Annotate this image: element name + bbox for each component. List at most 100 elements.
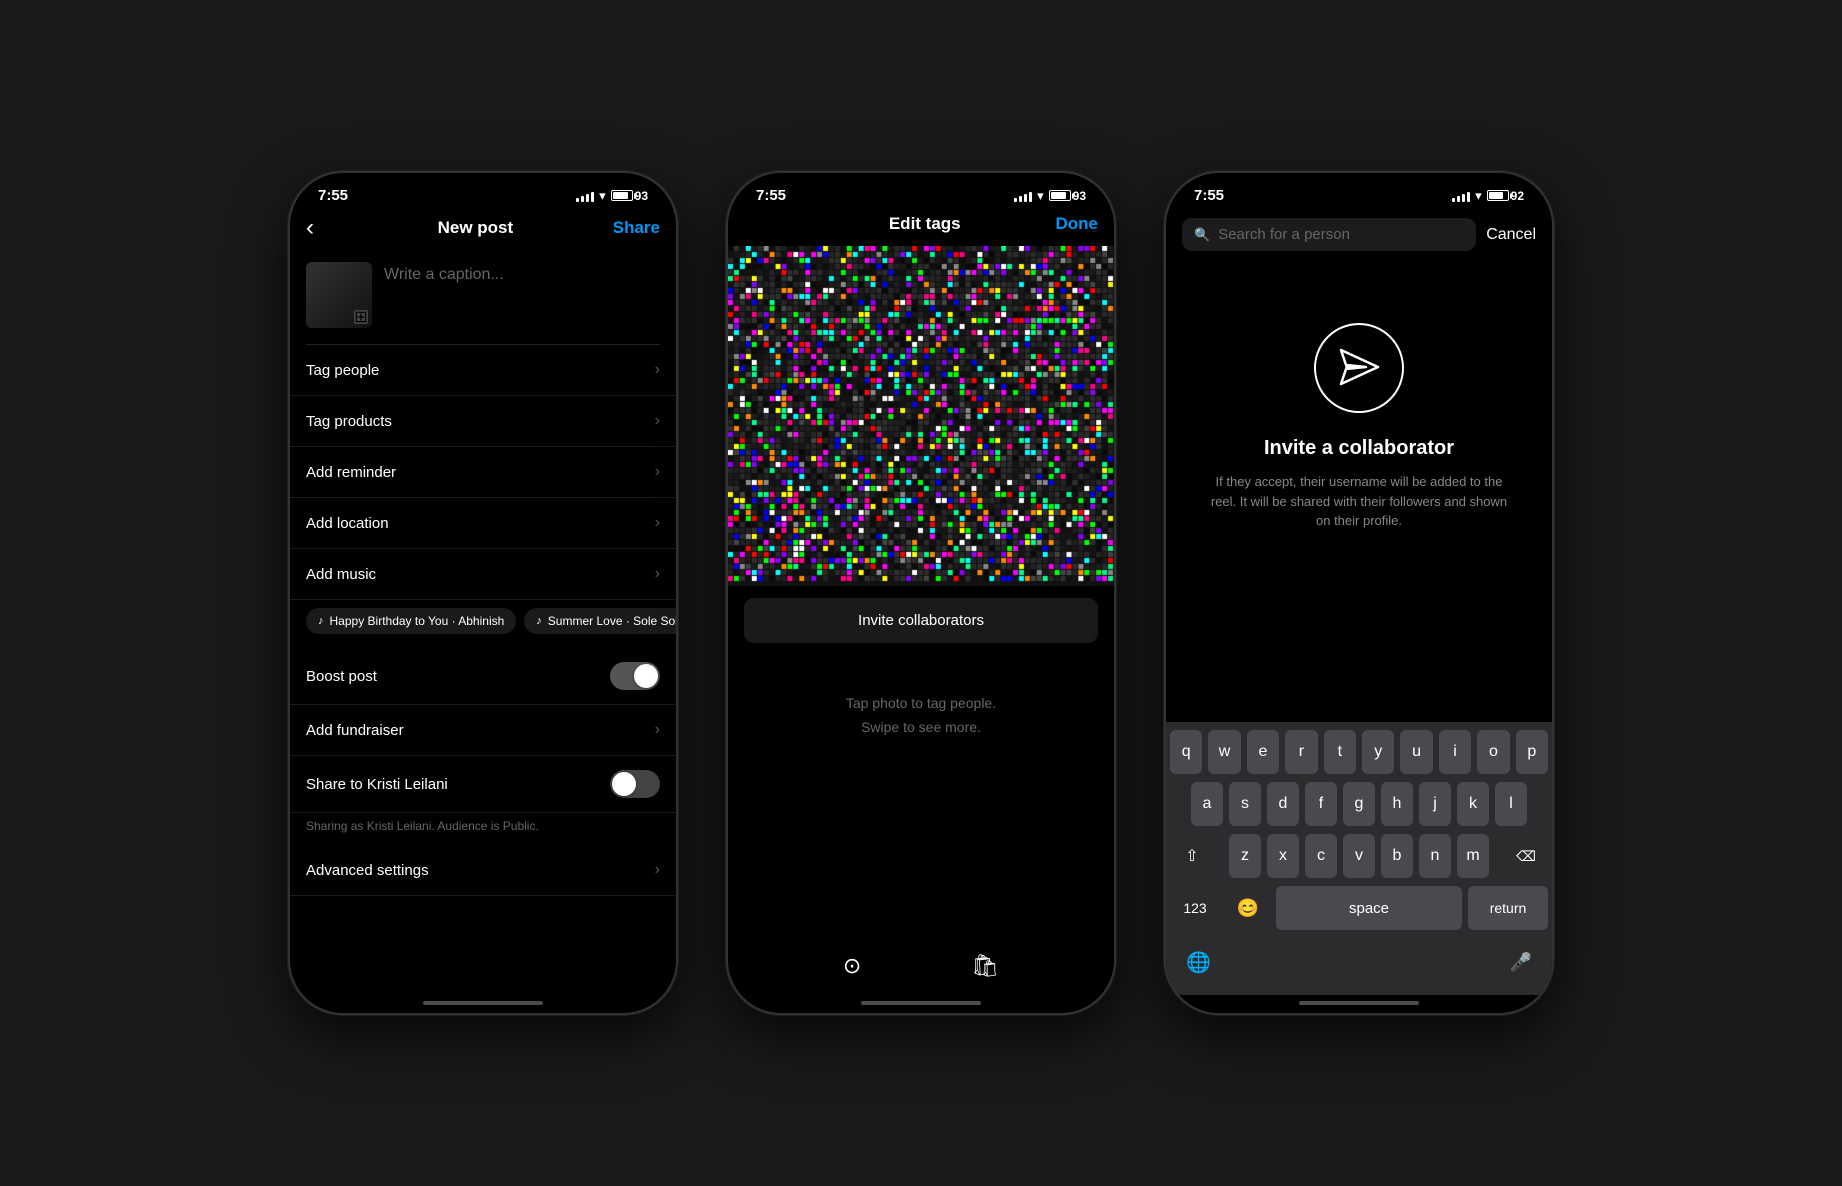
globe-icon[interactable]: 🌐 — [1178, 942, 1219, 983]
menu-item-add-fundraiser[interactable]: Add fundraiser › — [290, 705, 676, 756]
keyboard-bottom-row: 🌐 🎤 — [1170, 938, 1548, 991]
key-f[interactable]: f — [1305, 782, 1337, 826]
key-c[interactable]: c — [1305, 834, 1337, 878]
share-button[interactable]: Share — [613, 218, 660, 238]
status-icons-3: ▾ 92 — [1452, 188, 1524, 204]
menu-item-tag-people[interactable]: Tag people › — [290, 345, 676, 396]
search-bar: 🔍 Search for a person Cancel — [1166, 210, 1552, 263]
share-to-toggle[interactable] — [610, 770, 660, 798]
battery-1: 93 — [611, 189, 648, 203]
home-indicator-1 — [423, 1001, 543, 1005]
key-r[interactable]: r — [1285, 730, 1317, 774]
music-chip-2[interactable]: ♪ Summer Love · Sole Sole — [524, 608, 676, 634]
chevron-icon: › — [655, 861, 660, 879]
caption-field[interactable]: Write a caption... — [384, 262, 660, 284]
key-a[interactable]: a — [1191, 782, 1223, 826]
status-icons-1: ▾ 93 — [576, 188, 648, 204]
phone-invite-collaborator: 7:55 ▾ 92 — [1164, 171, 1554, 1015]
post-thumbnail: ⊞ — [306, 262, 372, 328]
signal-icon-1 — [576, 190, 594, 202]
key-v[interactable]: v — [1343, 834, 1375, 878]
keyboard-row-4: 123 😊 space return — [1170, 886, 1548, 930]
page-title-2: Edit tags — [889, 214, 961, 234]
photo-grid[interactable] — [728, 246, 1114, 586]
key-z[interactable]: z — [1229, 834, 1261, 878]
key-u[interactable]: u — [1400, 730, 1432, 774]
key-i[interactable]: i — [1439, 730, 1471, 774]
space-key[interactable]: space — [1276, 886, 1462, 930]
key-b[interactable]: b — [1381, 834, 1413, 878]
delete-key[interactable]: ⌫ — [1504, 834, 1548, 878]
share-to-row: Share to Kristi Leilani — [290, 756, 676, 813]
chevron-icon: › — [655, 412, 660, 430]
bottom-toolbar: ⊙ 🛍 — [728, 941, 1114, 995]
keyboard-row-1: q w e r t y u i o p — [1170, 730, 1548, 774]
key-j[interactable]: j — [1419, 782, 1451, 826]
page-title-1: New post — [438, 218, 514, 238]
status-icons-2: ▾ 93 — [1014, 188, 1086, 204]
signal-icon-3 — [1452, 190, 1470, 202]
menu-item-add-location[interactable]: Add location › — [290, 498, 676, 549]
key-n[interactable]: n — [1419, 834, 1451, 878]
tag-product-icon[interactable]: 🛍 — [971, 953, 999, 979]
boost-post-row: Boost post — [290, 648, 676, 705]
menu-item-add-music[interactable]: Add music › — [290, 549, 676, 600]
return-key[interactable]: return — [1468, 886, 1548, 930]
menu-item-advanced-settings[interactable]: Advanced settings › — [290, 845, 676, 896]
nav-bar-2: Edit tags Done — [728, 210, 1114, 246]
sharing-note: Sharing as Kristi Leilani. Audience is P… — [290, 813, 676, 845]
invite-main: Invite a collaborator If they accept, th… — [1166, 263, 1552, 722]
key-o[interactable]: o — [1477, 730, 1509, 774]
phone-edit-tags: 7:55 ▾ 93 Ed — [726, 171, 1116, 1015]
key-w[interactable]: w — [1208, 730, 1240, 774]
num-key[interactable]: 123 — [1170, 886, 1220, 930]
paper-plane-icon — [1336, 345, 1382, 391]
key-m[interactable]: m — [1457, 834, 1489, 878]
menu-item-add-reminder[interactable]: Add reminder › — [290, 447, 676, 498]
search-input-wrap[interactable]: 🔍 Search for a person — [1182, 218, 1476, 251]
shift-key[interactable]: ⇧ — [1170, 834, 1214, 878]
key-d[interactable]: d — [1267, 782, 1299, 826]
wifi-icon-3: ▾ — [1475, 188, 1482, 204]
wifi-icon-1: ▾ — [599, 188, 606, 204]
boost-post-toggle[interactable] — [610, 662, 660, 690]
invite-collaborators-button[interactable]: Invite collaborators — [744, 598, 1098, 643]
chevron-icon: › — [655, 514, 660, 532]
music-note-icon: ♪ — [318, 615, 324, 627]
key-p[interactable]: p — [1516, 730, 1548, 774]
done-button[interactable]: Done — [1055, 214, 1098, 234]
status-time-3: 7:55 — [1194, 187, 1224, 204]
key-s[interactable]: s — [1229, 782, 1261, 826]
mic-icon[interactable]: 🎤 — [1502, 944, 1540, 981]
battery-3: 92 — [1487, 189, 1524, 203]
keyboard-row-3: ⇧ z x c v b n m ⌫ — [1170, 834, 1548, 878]
menu-item-tag-products[interactable]: Tag products › — [290, 396, 676, 447]
status-bar-3: 7:55 ▾ 92 — [1166, 173, 1552, 210]
tap-hint: Tap photo to tag people. — [728, 655, 1114, 719]
cancel-button[interactable]: Cancel — [1486, 226, 1536, 244]
nav-bar-1: ‹ New post Share — [290, 210, 676, 254]
key-t[interactable]: t — [1324, 730, 1356, 774]
swipe-hint: Swipe to see more. — [728, 719, 1114, 747]
home-indicator-3 — [1299, 1001, 1419, 1005]
status-time-1: 7:55 — [318, 187, 348, 204]
status-time-2: 7:55 — [756, 187, 786, 204]
keyboard[interactable]: q w e r t y u i o p a s d f g — [1166, 722, 1552, 995]
key-k[interactable]: k — [1457, 782, 1489, 826]
tag-person-icon[interactable]: ⊙ — [843, 953, 861, 979]
keyboard-row-2: a s d f g h j k l — [1170, 782, 1548, 826]
key-l[interactable]: l — [1495, 782, 1527, 826]
key-e[interactable]: e — [1247, 730, 1279, 774]
key-y[interactable]: y — [1362, 730, 1394, 774]
paper-plane-circle — [1314, 323, 1404, 413]
key-h[interactable]: h — [1381, 782, 1413, 826]
key-g[interactable]: g — [1343, 782, 1375, 826]
search-input[interactable]: Search for a person — [1218, 226, 1350, 243]
back-button-1[interactable]: ‹ — [306, 214, 338, 242]
key-x[interactable]: x — [1267, 834, 1299, 878]
emoji-key[interactable]: 😊 — [1226, 886, 1270, 930]
post-header: ⊞ Write a caption... — [290, 254, 676, 344]
signal-icon-2 — [1014, 190, 1032, 202]
music-chip-1[interactable]: ♪ Happy Birthday to You · Abhinish — [306, 608, 516, 634]
key-q[interactable]: q — [1170, 730, 1202, 774]
